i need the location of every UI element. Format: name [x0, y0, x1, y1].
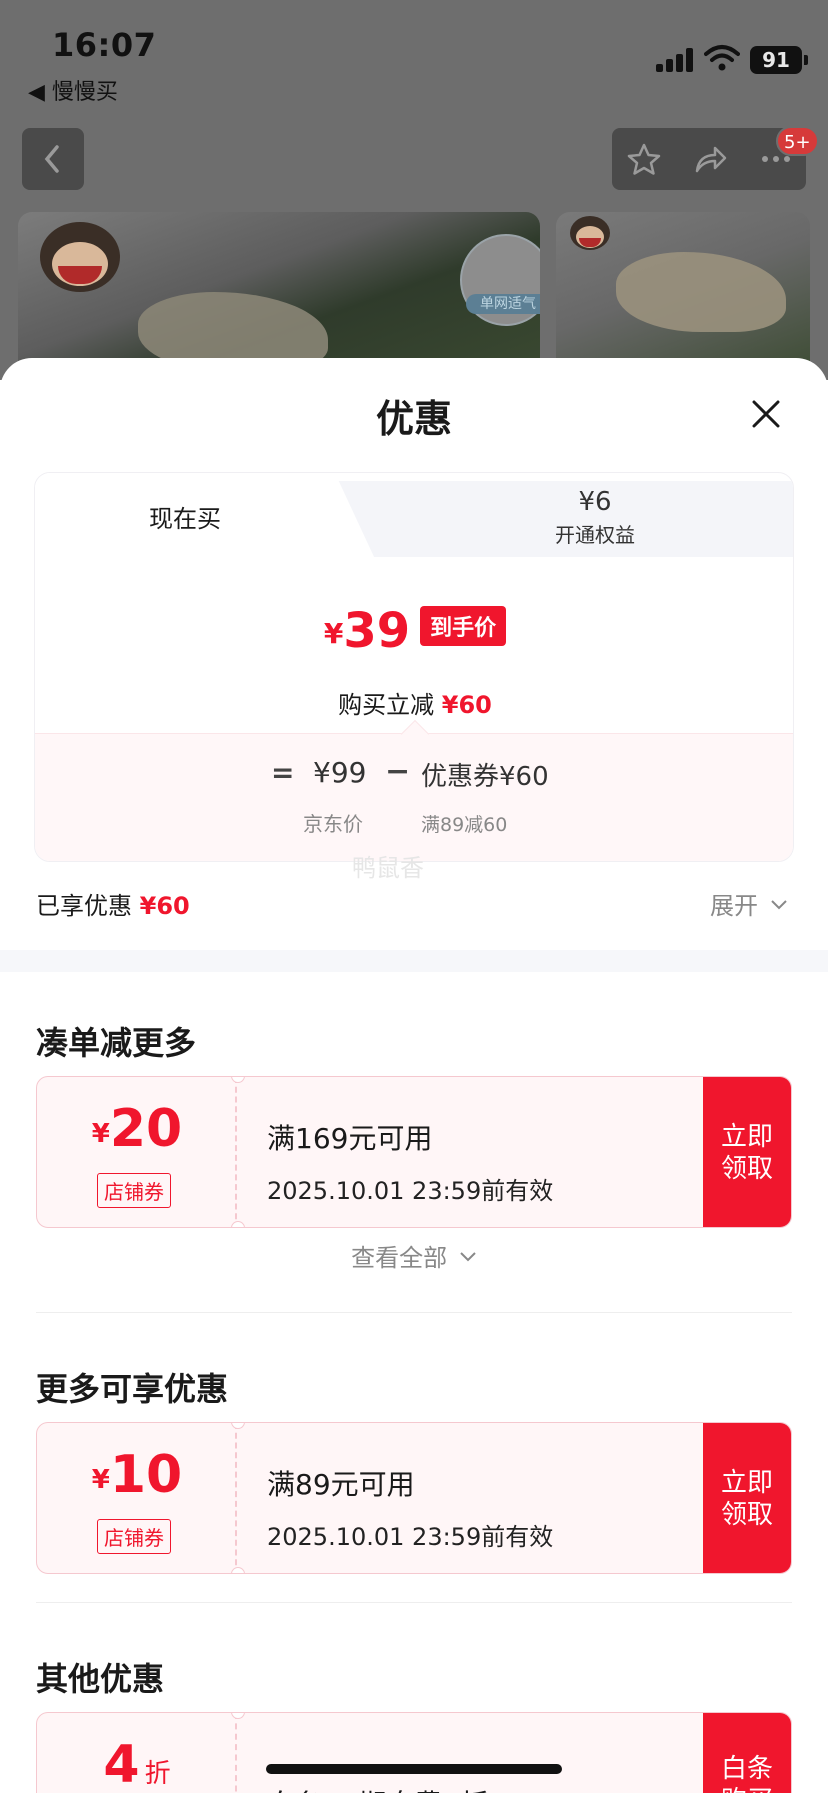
minus-sign: −	[385, 754, 411, 789]
claim-coupon-button[interactable]: 立即领取	[703, 1077, 791, 1227]
price-formula: = ¥99 − 优惠券¥60 京东价 满89减60	[35, 719, 793, 861]
wifi-icon	[704, 45, 740, 71]
coupon-currency: ¥	[91, 1465, 110, 1495]
chevron-down-icon	[770, 900, 787, 910]
final-price-value: 39	[343, 603, 411, 659]
chevron-down-icon	[460, 1252, 476, 1262]
feature-badge-caption: 单网适气	[466, 294, 540, 314]
coupon-amount-area: ¥10 店铺券	[37, 1423, 237, 1573]
claim-coupon-button[interactable]: 立即领取	[703, 1423, 791, 1573]
installment-discount-area: 4 折	[37, 1713, 237, 1793]
coupon-condition: 满89元可用	[267, 1468, 415, 1501]
coupon-card: ¥10 店铺券 满89元可用 2025.10.01 23:59前有效 立即领取	[36, 1422, 792, 1574]
installment-discount-unit: 折	[144, 1759, 171, 1789]
original-price: ¥99	[313, 756, 367, 789]
close-icon[interactable]	[748, 396, 784, 432]
installment-discount-value: 4	[103, 1735, 140, 1793]
chevron-left-icon	[44, 145, 59, 173]
tab-buy-now[interactable]: 现在买	[35, 499, 335, 534]
view-all-button[interactable]: 查看全部	[0, 1238, 828, 1273]
instant-reduction-amount: ¥60	[441, 691, 492, 719]
watermark: 鸭鼠香	[352, 854, 424, 882]
installment-condition: 白条24期息费4折	[267, 1783, 488, 1793]
battery-icon: 91	[750, 46, 808, 74]
instant-reduction: 购买立减 ¥60	[35, 685, 793, 720]
coupon-type: 店铺券	[97, 1519, 171, 1554]
final-price: ¥39 到手价	[35, 603, 793, 659]
coupon-value: 20	[109, 1099, 183, 1159]
status-time: 16:07	[52, 26, 157, 64]
section-title-more: 更多可享优惠	[36, 1370, 229, 1408]
home-indicator[interactable]	[266, 1764, 562, 1774]
installment-discount: 4 折	[37, 1735, 237, 1793]
cellular-signal-icon	[656, 48, 694, 72]
notification-badge: 5+	[776, 126, 819, 156]
coupon-validity: 2025.10.01 23:59前有效	[267, 1523, 554, 1551]
section-title-other: 其他优惠	[36, 1660, 165, 1698]
coupon-value: 10	[109, 1445, 183, 1505]
star-icon	[627, 143, 661, 175]
instant-reduction-label: 购买立减	[338, 691, 435, 719]
installment-buy-button[interactable]: 白条购买	[703, 1713, 791, 1793]
product-page-background: 16:07 ◀ 慢慢买 91 5+ 单网适气	[0, 0, 828, 382]
coupon-deduction: 优惠券¥60	[421, 762, 549, 792]
currency-symbol: ¥	[323, 617, 344, 650]
coupon-rule-label: 满89减60	[421, 814, 508, 836]
feature-badge: 单网适气	[460, 234, 540, 326]
discount-sheet: 优惠 现在买 ¥6 开通权益 ¥39 到手价 购买立减 ¥60 = ¥99 − 优…	[0, 358, 828, 1793]
installment-buy-label: 白条购买	[720, 1754, 773, 1793]
price-breakdown-card: 现在买 ¥6 开通权益 ¥39 到手价 购买立减 ¥60 = ¥99 − 优惠券¥…	[34, 472, 794, 862]
claim-coupon-label: 立即领取	[720, 1468, 773, 1530]
coupon-amount-area: ¥20 店铺券	[37, 1077, 237, 1227]
section-divider	[0, 950, 828, 972]
share-button[interactable]	[678, 128, 740, 190]
view-all-label: 查看全部	[351, 1244, 448, 1272]
sheet-title: 优惠	[375, 397, 452, 441]
coupon-amount: ¥10	[37, 1445, 237, 1505]
final-price-tag: 到手价	[420, 606, 507, 646]
back-to-app-link[interactable]: ◀ 慢慢买	[28, 74, 118, 106]
claim-coupon-label: 立即领取	[720, 1122, 773, 1184]
product-image-main[interactable]: 单网适气	[18, 212, 540, 382]
share-arrow-icon	[695, 146, 727, 173]
tab-membership-price[interactable]: ¥6	[365, 487, 793, 517]
status-bar: 16:07 ◀ 慢慢买 91	[0, 0, 828, 110]
enjoyed-discount-amount: ¥60	[139, 892, 190, 920]
divider-line	[36, 1602, 792, 1603]
enjoyed-discount-label: 已享优惠	[36, 892, 132, 920]
coupon-card: ¥20 店铺券 满169元可用 2025.10.01 23:59前有效 立即领取	[36, 1076, 792, 1228]
favorite-button[interactable]	[612, 128, 674, 190]
tab-membership[interactable]: 开通权益	[365, 519, 793, 548]
coupon-currency: ¥	[91, 1119, 110, 1149]
coupon-condition: 满169元可用	[267, 1122, 433, 1155]
section-title-bundle: 凑单减更多	[36, 1024, 197, 1062]
divider-line	[36, 1312, 792, 1313]
enjoyed-discount: 已享优惠 ¥60	[36, 886, 190, 921]
brand-logo	[40, 222, 120, 292]
equals-sign: =	[271, 756, 295, 789]
coupon-amount: ¥20	[37, 1099, 237, 1159]
brand-logo-small	[570, 216, 610, 250]
product-image-secondary[interactable]	[556, 212, 810, 382]
coupon-type: 店铺券	[97, 1173, 171, 1208]
original-price-label: 京东价	[303, 812, 363, 836]
installment-card: 4 折 白条24期息费4折 白条购买	[36, 1712, 792, 1793]
expand-label: 展开	[710, 892, 758, 920]
expand-button[interactable]: 展开	[710, 886, 788, 921]
back-button[interactable]	[22, 128, 84, 190]
coupon-validity: 2025.10.01 23:59前有效	[267, 1177, 554, 1205]
